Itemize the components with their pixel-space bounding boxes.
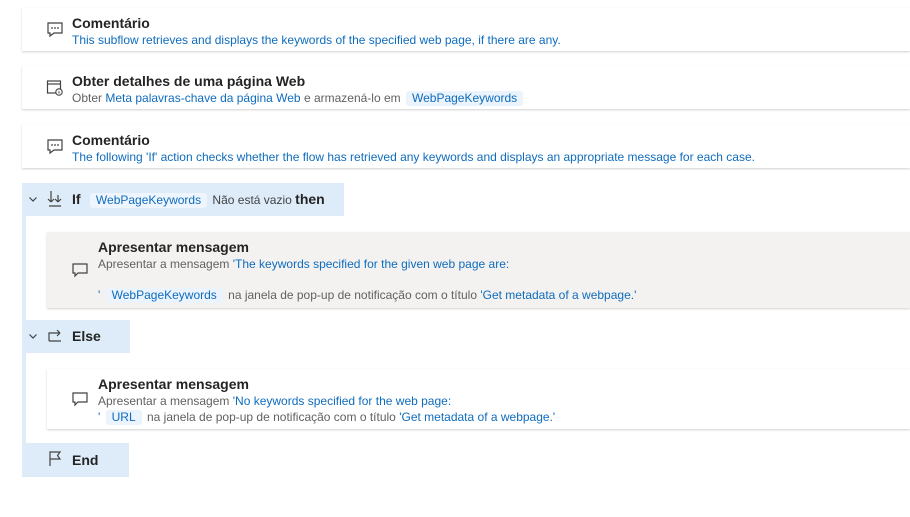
- comment-icon: [47, 22, 63, 38]
- comment-text: The following 'If' action checks whether…: [72, 150, 755, 164]
- action-title: Obter detalhes de uma página Web: [72, 73, 306, 89]
- action-description-line-2: ' URL na janela de pop-up de notificação…: [98, 410, 556, 425]
- action-row-display-message-2[interactable]: Apresentar mensagem Apresentar a mensage…: [47, 369, 910, 429]
- action-description: Obter Meta palavras-chave da página Web …: [72, 91, 525, 106]
- action-title: Apresentar mensagem: [98, 239, 249, 255]
- web-page-details-icon: [46, 80, 63, 96]
- message-icon: [72, 263, 88, 278]
- parameter-link[interactable]: Meta palavras-chave da página Web: [105, 91, 300, 105]
- chevron-down-icon[interactable]: [28, 331, 38, 341]
- else-icon: [48, 329, 61, 342]
- action-description-line-2: ' WebPageKeywords na janela de pop-up de…: [98, 288, 637, 303]
- end-block[interactable]: End: [22, 443, 129, 477]
- variable-token[interactable]: WebPageKeywords: [105, 288, 223, 303]
- variable-token[interactable]: WebPageKeywords: [406, 91, 524, 106]
- action-title: Comentário: [72, 132, 150, 148]
- end-label: End: [72, 452, 99, 468]
- action-title: Apresentar mensagem: [98, 376, 249, 392]
- action-description-line-1: Apresentar a mensagem 'No keywords speci…: [98, 394, 452, 408]
- action-title: Comentário: [72, 15, 150, 31]
- else-block-header[interactable]: Else: [22, 320, 130, 353]
- else-label: Else: [72, 328, 101, 344]
- action-row-display-message-1[interactable]: Apresentar mensagem Apresentar a mensage…: [47, 232, 910, 308]
- action-row-comment-2[interactable]: Comentário The following 'If' action che…: [22, 125, 910, 168]
- comment-text: This subflow retrieves and displays the …: [72, 33, 561, 47]
- end-flag-icon: [49, 451, 62, 466]
- message-icon: [72, 392, 88, 407]
- variable-token[interactable]: URL: [105, 410, 142, 425]
- variable-token[interactable]: WebPageKeywords: [89, 193, 208, 208]
- if-condition: If WebPageKeywords Não está vazio then: [72, 191, 325, 208]
- chevron-down-icon[interactable]: [28, 194, 38, 204]
- if-block-header[interactable]: If WebPageKeywords Não está vazio then: [22, 183, 344, 216]
- action-description-line-1: Apresentar a mensagem 'The keywords spec…: [98, 257, 510, 271]
- action-row-get-web-page-details[interactable]: Obter detalhes de uma página Web Obter M…: [22, 66, 910, 109]
- action-row-comment-1[interactable]: Comentário This subflow retrieves and di…: [22, 8, 910, 51]
- if-icon: [47, 191, 62, 207]
- comment-icon: [47, 139, 63, 155]
